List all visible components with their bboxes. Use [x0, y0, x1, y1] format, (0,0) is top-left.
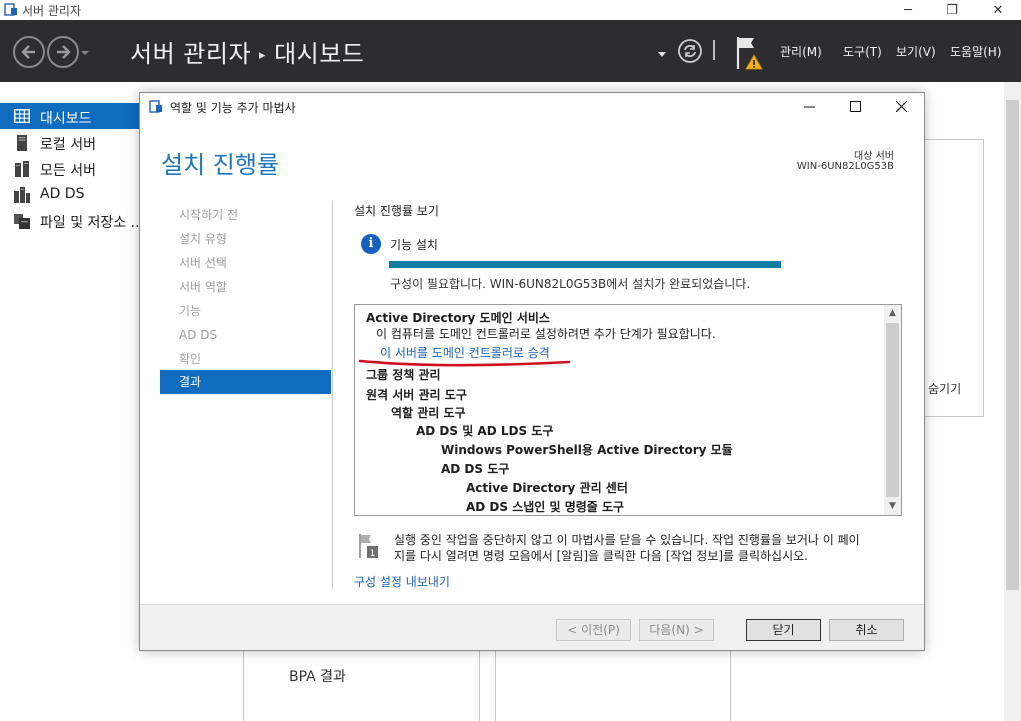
- restore-button[interactable]: ❐: [929, 0, 975, 20]
- ad-ds-icon: [14, 187, 30, 203]
- step-server-roles[interactable]: 서버 역할: [160, 277, 331, 301]
- notifications-flag-icon[interactable]: [735, 35, 767, 74]
- step-results[interactable]: 결과: [160, 370, 331, 394]
- view-progress-label: 설치 진행률 보기: [354, 204, 439, 218]
- minimize-icon: [803, 98, 815, 116]
- hide-link[interactable]: 숨기기: [928, 380, 961, 397]
- file-storage-icon: [14, 213, 30, 229]
- dialog-title: 역할 및 기능 추가 마법사: [170, 101, 296, 115]
- sidebar-item-dashboard[interactable]: 대시보드: [0, 103, 139, 129]
- feature-installation-label: 기능 설치: [390, 238, 438, 252]
- page-title: 설치 진행률: [161, 151, 280, 179]
- app-header: 서버 관리자 ▸ 대시보드 관리(M) 도구(T) 보기(V) 도움말(H): [0, 20, 1021, 82]
- cancel-button[interactable]: 취소: [829, 619, 904, 641]
- maximize-icon: [849, 98, 861, 116]
- destination-server-label: 대상 서버: [854, 151, 894, 162]
- result-group-policy: 그룹 정책 관리: [366, 368, 441, 382]
- back-button[interactable]: [13, 36, 45, 68]
- result-snapins: AD DS 스냅인 및 명령줄 도구: [466, 500, 625, 514]
- step-server-selection[interactable]: 서버 선택: [160, 253, 331, 277]
- dialog-close-button[interactable]: [878, 93, 924, 121]
- dashboard-scrollbar[interactable]: [1004, 82, 1021, 721]
- progress-bar-fill: [389, 261, 781, 268]
- scroll-down-icon[interactable]: ▼: [884, 498, 901, 515]
- add-roles-wizard-dialog: 역할 및 기능 추가 마법사 설치 진행률 대상 서버 WIN-6UN82L0G…: [139, 92, 925, 651]
- bpa-results-link[interactable]: BPA 결과: [289, 666, 346, 686]
- result-admin-center: Active Directory 관리 센터: [466, 481, 628, 495]
- notification-flag-icon: 1: [358, 533, 380, 559]
- window-title: 서버 관리자: [22, 4, 82, 18]
- sidebar-item-label: AD DS: [40, 186, 85, 202]
- close-window-button[interactable]: ✕: [975, 0, 1021, 20]
- installation-progress-bar: [389, 261, 781, 268]
- red-annotation-underline: [358, 359, 571, 367]
- minimize-button[interactable]: ─: [885, 0, 931, 20]
- close-icon: [895, 98, 907, 116]
- sidebar-item-label: 모든 서버: [40, 163, 96, 179]
- results-scrollbar[interactable]: ▲ ▼: [884, 305, 901, 515]
- breadcrumb-separator-icon: ▸: [259, 47, 267, 63]
- dashboard-tile-border: [495, 650, 496, 721]
- scroll-up-icon[interactable]: ▲: [884, 305, 901, 322]
- export-configuration-link[interactable]: 구성 설정 내보내기: [354, 573, 450, 590]
- sidebar-item-label: 파일 및 저장소 ...: [40, 215, 144, 231]
- forward-button[interactable]: [47, 36, 79, 68]
- sidebar-item-local-server[interactable]: 로컬 서버: [0, 129, 139, 155]
- close-wizard-note-line1: 실행 중인 작업을 중단하지 않고 이 마법사를 닫을 수 있습니다. 작업 진…: [394, 533, 860, 547]
- close-button[interactable]: 닫기: [746, 619, 821, 641]
- dashboard-quick-start-panel: [924, 139, 984, 417]
- server-icon: [14, 135, 30, 151]
- dialog-maximize-button[interactable]: [832, 93, 878, 121]
- sidebar-item-label: 로컬 서버: [40, 137, 96, 153]
- sidebar-item-all-servers[interactable]: 모든 서버: [0, 155, 139, 181]
- dashboard-icon: [14, 109, 30, 123]
- installation-status-text: 구성이 필요합니다. WIN-6UN82L0G53B에서 설치가 완료되었습니다…: [390, 277, 751, 291]
- header-divider: [713, 40, 715, 60]
- sidebar-item-ad-ds[interactable]: AD DS: [0, 181, 139, 207]
- window-titlebar: 서버 관리자 ─ ❐ ✕: [0, 0, 1021, 20]
- dashboard-tile-border: [479, 650, 480, 721]
- menu-help[interactable]: 도움말(H): [950, 43, 1002, 60]
- step-features[interactable]: 기능: [160, 301, 331, 325]
- server-manager-app-icon: [4, 3, 18, 16]
- steps-divider: [332, 201, 333, 589]
- menu-view[interactable]: 보기(V): [896, 43, 936, 60]
- dialog-titlebar: 역할 및 기능 추가 마법사: [140, 93, 924, 121]
- refresh-icon[interactable]: [677, 38, 703, 67]
- wizard-app-icon: [149, 100, 163, 113]
- result-adds-lds-tools: AD DS 및 AD LDS 도구: [416, 424, 554, 438]
- installation-results-list[interactable]: Active Directory 도메인 서비스 이 컴퓨터를 도메인 컨트롤러…: [354, 304, 902, 516]
- refresh-dropdown-icon[interactable]: [658, 47, 666, 61]
- step-before-you-begin[interactable]: 시작하기 전: [160, 205, 331, 229]
- sidebar-item-label: 대시보드: [40, 111, 92, 127]
- info-icon: i: [361, 234, 381, 254]
- svg-text:1: 1: [370, 549, 376, 559]
- dashboard-tile-border: [243, 650, 244, 721]
- sidebar-item-file-storage[interactable]: 파일 및 저장소 ...: [0, 207, 144, 233]
- result-adds-tools: AD DS 도구: [441, 462, 510, 476]
- result-role-tools: 역할 관리 도구: [391, 406, 466, 420]
- servers-icon: [14, 161, 30, 177]
- breadcrumb-root: 서버 관리자: [130, 40, 252, 68]
- scrollbar-thumb[interactable]: [886, 323, 899, 497]
- dialog-footer: < 이전(P) 다음(N) > 닫기 취소: [140, 604, 924, 650]
- next-button[interactable]: 다음(N) >: [639, 619, 714, 641]
- step-ad-ds[interactable]: AD DS: [160, 325, 331, 349]
- menu-tools[interactable]: 도구(T): [843, 43, 882, 60]
- step-installation-type[interactable]: 설치 유형: [160, 229, 331, 253]
- dashboard-tile-border: [730, 650, 731, 721]
- sidebar: 대시보드 로컬 서버 모든 서버 AD DS 파일 및 저장소 ...: [0, 82, 144, 721]
- result-rsat: 원격 서버 관리 도구: [366, 388, 467, 402]
- destination-server-name: WIN-6UN82L0G53B: [796, 161, 894, 172]
- previous-button[interactable]: < 이전(P): [556, 619, 631, 641]
- breadcrumb: 서버 관리자 ▸ 대시보드: [130, 34, 364, 69]
- scrollbar-thumb[interactable]: [1006, 100, 1019, 590]
- dialog-minimize-button[interactable]: [786, 93, 832, 121]
- close-wizard-note-line2: 지를 다시 열려면 명령 모음에서 [알림]을 클릭한 다음 [작업 정보]를 …: [394, 549, 808, 563]
- breadcrumb-current: 대시보드: [274, 40, 365, 68]
- result-powershell-module: Windows PowerShell용 Active Directory 모듈: [441, 443, 733, 457]
- menu-manage[interactable]: 관리(M): [780, 43, 822, 60]
- history-dropdown-icon[interactable]: [80, 46, 90, 60]
